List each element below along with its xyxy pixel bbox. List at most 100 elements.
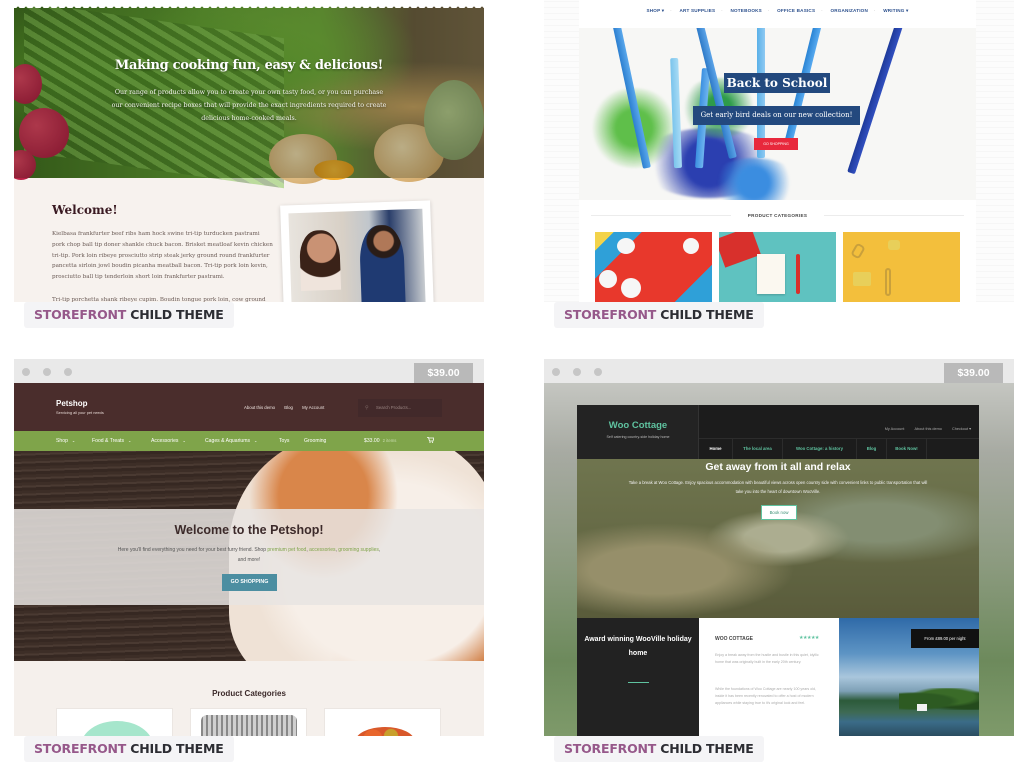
nav-shop[interactable]: SHOP ▾ — [647, 8, 665, 13]
nav-cages-aquariums[interactable]: Cages & Aquariums ⌄ — [205, 431, 257, 451]
pushpin — [888, 240, 900, 250]
theme-preview-cooking[interactable]: Making cooking fun, easy & delicious! Ou… — [14, 0, 484, 302]
nav-accessories[interactable]: Accessories ⌄ — [151, 431, 186, 451]
theme-preview-back-to-school[interactable]: SHOP ▾ · ART SUPPLIES · NOTEBOOKS · OFFICE … — [544, 0, 1014, 302]
category-card[interactable] — [56, 708, 173, 736]
theme-preview-petshop[interactable]: $39.00 Petshop Servicing all your pet ne… — [14, 359, 484, 736]
primary-nav: Shop ⌄ Food & Treats ⌄ Accessories ⌄ Cages … — [14, 431, 484, 451]
category-office-basics[interactable] — [843, 232, 960, 302]
cart-total[interactable]: $33.00 2 items — [364, 431, 396, 451]
site-title[interactable]: Woo Cottage — [577, 420, 699, 431]
zigzag-edge — [14, 0, 484, 8]
window-dot — [552, 368, 560, 376]
award-text: Award winning WooVille holiday home — [584, 636, 692, 657]
link-my-account[interactable]: My Account — [302, 405, 324, 410]
badge-brand: STOREFRONT — [564, 741, 657, 756]
window-dot — [594, 368, 602, 376]
welcome-paragraph-2: Tri-tip porchetta shank ribeye cupim. Bo… — [52, 297, 266, 302]
nav-notebooks[interactable]: NOTEBOOKS — [731, 8, 762, 13]
hero-title: Back to School — [724, 73, 830, 93]
badge-label: CHILD THEME — [660, 741, 754, 756]
nav-book-now[interactable]: Book Now! — [887, 439, 927, 460]
nav-food-treats[interactable]: Food & Treats ⌄ — [92, 431, 131, 451]
window-dot — [573, 368, 581, 376]
link-my-account[interactable]: My Account — [885, 427, 905, 431]
pet-ball-image — [81, 721, 153, 736]
window-titlebar: $39.00 — [14, 359, 484, 383]
house-image — [917, 704, 927, 711]
link-premium-pet-food[interactable]: premium pet food — [267, 547, 306, 553]
book-now-button[interactable]: Book now — [761, 505, 797, 520]
site-title[interactable]: Petshop — [56, 399, 88, 408]
woman-figure — [299, 229, 342, 291]
theme-badge[interactable]: STOREFRONT CHILD THEME — [554, 736, 764, 762]
pet-food-image — [355, 727, 415, 736]
nav-history[interactable]: Woo Cottage: a history — [783, 439, 857, 460]
search-input[interactable]: ⚲ Search Products... — [358, 399, 442, 417]
link-about-demo[interactable]: About this demo — [914, 427, 941, 431]
nav-grooming[interactable]: Grooming — [304, 431, 326, 451]
nav-toys[interactable]: Toys — [279, 431, 289, 451]
theme-badge[interactable]: STOREFRONT CHILD THEME — [24, 302, 234, 328]
nav-organization[interactable]: ORGANIZATION — [830, 8, 868, 13]
chevron-down-icon: ⌄ — [71, 438, 76, 443]
window-titlebar: $39.00 — [544, 359, 1014, 383]
cart-icon[interactable] — [427, 437, 434, 443]
paperclip — [885, 268, 891, 296]
nav-blog[interactable]: Blog — [857, 439, 887, 460]
site-tagline: Servicing all your pet needs — [56, 410, 104, 415]
info-paragraph: Enjoy a break away from the hustle and b… — [715, 653, 819, 664]
nav-office-basics[interactable]: OFFICE BASICS — [777, 8, 815, 13]
binder-clip — [853, 272, 871, 286]
badge-brand: STOREFRONT — [34, 307, 127, 322]
category-card[interactable] — [190, 708, 307, 736]
window-dot — [22, 368, 30, 376]
category-notebooks[interactable] — [719, 232, 836, 302]
pencil — [847, 28, 909, 175]
go-shopping-button[interactable]: GO SHOPPING — [754, 138, 798, 150]
price-badge: $39.00 — [944, 363, 1003, 383]
theme-badge[interactable]: STOREFRONT CHILD THEME — [554, 302, 764, 328]
page-content: SHOP ▾ · ART SUPPLIES · NOTEBOOKS · OFFICE … — [579, 0, 976, 302]
link-blog[interactable]: Blog — [284, 405, 293, 410]
rating-stars: ★★★★★ — [799, 635, 819, 641]
link-grooming-supplies[interactable]: grooming supplies — [338, 547, 379, 553]
window-dot — [64, 368, 72, 376]
secondary-nav: About this demo Blog My Account — [244, 405, 332, 410]
theme-preview-woo-cottage[interactable]: $39.00 Woo Cottage Self catering country… — [544, 359, 1014, 736]
badge-label: CHILD THEME — [130, 741, 224, 756]
hero-title: Welcome to the Petshop! — [174, 523, 324, 537]
paint-jar — [617, 238, 635, 254]
theme-badge[interactable]: STOREFRONT CHILD THEME — [24, 736, 234, 762]
red-notebook — [719, 232, 761, 268]
red-pen — [796, 254, 800, 294]
notepad — [757, 254, 785, 294]
nav-writing[interactable]: WRITING ▾ — [883, 8, 908, 13]
chevron-down-icon: ⌄ — [182, 438, 186, 443]
hero-text: Here you'll find everything you need for… — [117, 547, 381, 563]
nav-shop[interactable]: Shop ⌄ — [56, 431, 75, 451]
cart-count: 2 items — [382, 438, 397, 443]
window-dot — [43, 368, 51, 376]
site-branding — [577, 405, 699, 459]
go-shopping-button[interactable]: GO SHOPPING — [222, 574, 277, 591]
hero-subtitle: Get early bird deals on our new collecti… — [693, 106, 860, 125]
nav-art-supplies[interactable]: ART SUPPLIES — [679, 8, 715, 13]
paint-jar — [621, 278, 641, 298]
link-checkout[interactable]: Checkout ▾ — [952, 427, 971, 431]
paint-jar — [599, 270, 617, 288]
search-icon: ⚲ — [365, 405, 369, 411]
category-art-supplies[interactable] — [595, 232, 712, 302]
nav-local-area[interactable]: The local area — [733, 439, 783, 460]
site-frame: Woo Cottage Self catering country-side h… — [577, 405, 979, 736]
price-per-night: From £89.00 per night — [911, 629, 979, 648]
paperclip — [850, 242, 866, 260]
link-about-demo[interactable]: About this demo — [244, 405, 275, 410]
badge-label: CHILD THEME — [660, 307, 754, 322]
nav-home[interactable]: Home — [699, 439, 733, 460]
hero-text: Take a break at Woo Cottage. Enjoy spaci… — [628, 480, 928, 494]
link-accessories[interactable]: accessories — [309, 547, 335, 553]
category-card[interactable] — [324, 708, 441, 736]
accent-line — [628, 682, 649, 683]
info-title: WOO COTTAGE — [715, 636, 753, 642]
